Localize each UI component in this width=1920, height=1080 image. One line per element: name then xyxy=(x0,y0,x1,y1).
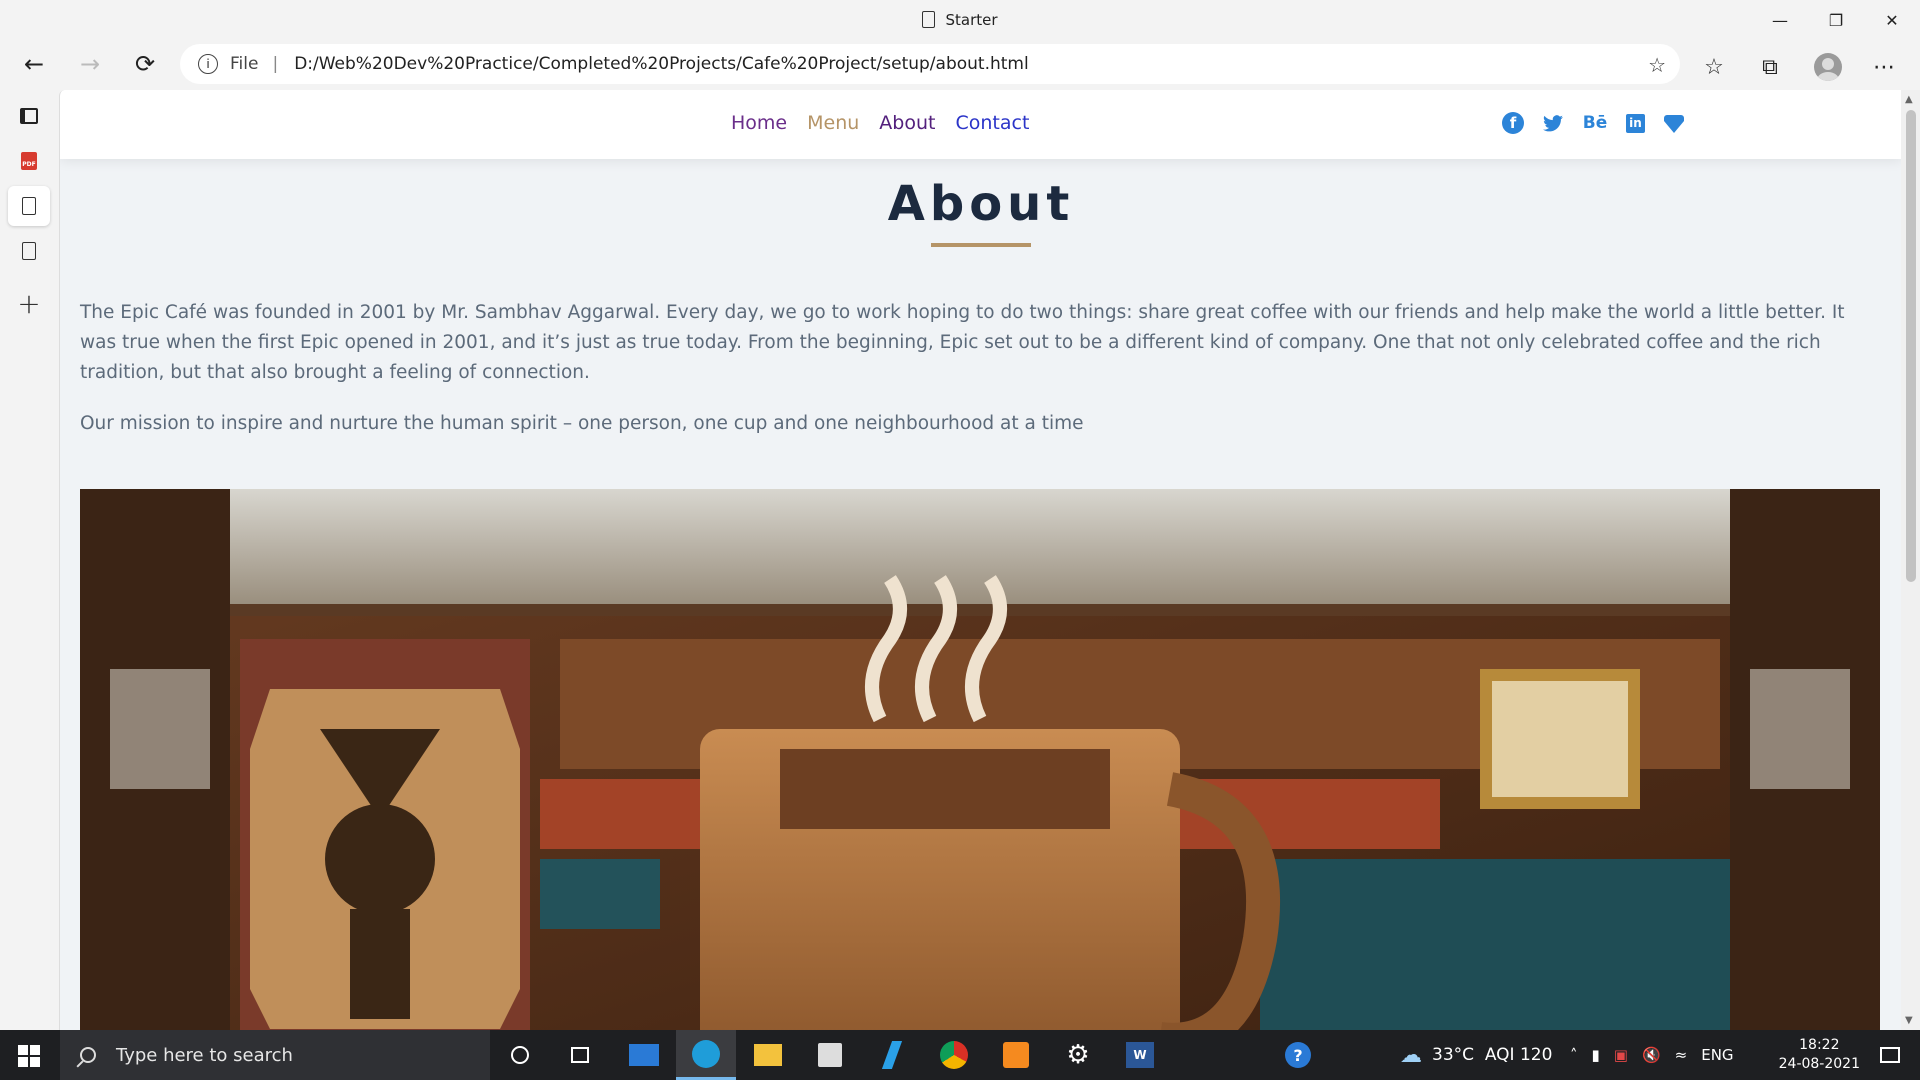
notifications-icon[interactable] xyxy=(1860,1030,1920,1080)
address-url[interactable]: D:/Web%20Dev%20Practice/Completed%20Proj… xyxy=(294,54,1029,74)
new-tab-button[interactable]: + xyxy=(8,283,50,323)
task-view-button[interactable] xyxy=(550,1030,610,1080)
favorites-icon[interactable]: ☆ xyxy=(1696,49,1732,85)
page-scrollbar[interactable]: ▲ ▼ xyxy=(1901,90,1920,1030)
linkedin-icon[interactable]: in xyxy=(1626,113,1645,133)
nav-link-about[interactable]: About xyxy=(879,112,935,134)
close-button[interactable]: ✕ xyxy=(1864,0,1920,40)
language-indicator[interactable]: ENG xyxy=(1701,1046,1733,1064)
cloud-icon: ☁ xyxy=(1400,1042,1422,1068)
help-icon[interactable]: ? xyxy=(1268,1030,1328,1080)
plus-icon: + xyxy=(17,286,41,320)
tab-page[interactable] xyxy=(8,231,50,271)
chevron-up-icon[interactable]: ˄ xyxy=(1570,1046,1578,1064)
store-app-icon[interactable] xyxy=(800,1030,860,1080)
scroll-up-icon[interactable]: ▲ xyxy=(1905,94,1913,105)
start-button[interactable] xyxy=(18,1045,40,1067)
tab-starter[interactable] xyxy=(8,186,50,226)
nav-link-menu[interactable]: Menu xyxy=(807,112,859,134)
refresh-button[interactable]: ⟳ xyxy=(127,46,163,82)
wifi-icon[interactable]: ≈ xyxy=(1675,1046,1688,1064)
nav-link-home[interactable]: Home xyxy=(731,112,787,134)
nav-link-contact[interactable]: Contact xyxy=(955,112,1029,134)
address-bar[interactable]: i File | D:/Web%20Dev%20Practice/Complet… xyxy=(180,44,1680,84)
scrollbar-thumb[interactable] xyxy=(1906,110,1916,582)
back-button[interactable]: ← xyxy=(16,46,52,82)
window-title: Starter xyxy=(0,11,1920,29)
cortana-button[interactable] xyxy=(490,1030,550,1080)
cafe-hero-image xyxy=(80,489,1880,1030)
page-viewport: Home Menu About Contact f Bē in About Th… xyxy=(59,90,1901,1030)
page-icon xyxy=(22,242,36,260)
pdf-icon: PDF xyxy=(21,152,37,170)
page-icon xyxy=(22,197,36,215)
chrome-app-icon[interactable] xyxy=(924,1030,984,1080)
profile-button[interactable] xyxy=(1810,49,1846,85)
dribbble-icon[interactable] xyxy=(1663,112,1685,134)
browser-toolbar: ← → ⟳ i File | D:/Web%20Dev%20Practice/C… xyxy=(0,42,1920,86)
system-tray: ˄ ▮ ▣ 🔇 ≈ ENG xyxy=(1570,1030,1734,1080)
settings-app-icon[interactable]: ⚙ xyxy=(1048,1030,1108,1080)
window-title-bar: Starter — ❐ ✕ xyxy=(0,0,1920,40)
word-app-icon[interactable]: W xyxy=(1110,1030,1170,1080)
battery-icon[interactable]: ▮ xyxy=(1592,1046,1600,1064)
scroll-down-icon[interactable]: ▼ xyxy=(1905,1015,1913,1026)
taskbar-clock[interactable]: 18:22 24-08-2021 xyxy=(1779,1036,1860,1074)
windows-taskbar: Type here to search ⚙ W ? ☁ 33°C AQI 120… xyxy=(0,1030,1920,1080)
tab-actions-icon xyxy=(20,108,38,124)
file-explorer-icon[interactable] xyxy=(738,1030,798,1080)
add-favorite-icon[interactable]: ☆ xyxy=(1648,53,1666,77)
sublime-app-icon[interactable] xyxy=(986,1030,1046,1080)
more-options-icon[interactable]: ⋯ xyxy=(1866,49,1902,85)
edge-app-icon[interactable] xyxy=(676,1030,736,1080)
site-nav: Home Menu About Contact xyxy=(731,112,1029,134)
volume-muted-icon[interactable]: 🔇 xyxy=(1642,1046,1661,1064)
site-header: Home Menu About Contact f Bē in xyxy=(60,90,1901,159)
minimize-button[interactable]: — xyxy=(1752,0,1808,40)
about-paragraph: The Epic Café was founded in 2001 by Mr.… xyxy=(80,302,1845,383)
taskbar-search[interactable]: Type here to search xyxy=(60,1030,490,1080)
twitter-icon[interactable] xyxy=(1542,112,1564,134)
weather-widget[interactable]: ☁ 33°C AQI 120 xyxy=(1400,1030,1552,1080)
search-icon xyxy=(80,1047,96,1063)
restore-button[interactable]: ❐ xyxy=(1808,0,1864,40)
title-underline xyxy=(931,243,1031,247)
tab-pdf[interactable]: PDF xyxy=(8,141,50,181)
forward-button[interactable]: → xyxy=(72,46,108,82)
vscode-app-icon[interactable] xyxy=(862,1030,922,1080)
info-icon[interactable]: i xyxy=(198,54,218,74)
mail-app-icon[interactable] xyxy=(614,1030,674,1080)
collections-icon[interactable]: ⧉ xyxy=(1752,49,1788,85)
address-scheme: File xyxy=(230,54,259,74)
mission-paragraph: Our mission to inspire and nurture the h… xyxy=(80,413,1084,434)
vertical-tabs-sidebar: PDF + xyxy=(0,96,59,1030)
behance-icon[interactable]: Bē xyxy=(1582,112,1608,134)
social-links: f Bē in xyxy=(1502,112,1685,134)
page-title: About xyxy=(887,176,1075,232)
facebook-icon[interactable]: f xyxy=(1502,112,1524,134)
page-icon xyxy=(922,11,936,28)
antivirus-icon[interactable]: ▣ xyxy=(1614,1046,1628,1064)
avatar xyxy=(1814,53,1842,81)
tab-actions-button[interactable] xyxy=(8,96,50,136)
